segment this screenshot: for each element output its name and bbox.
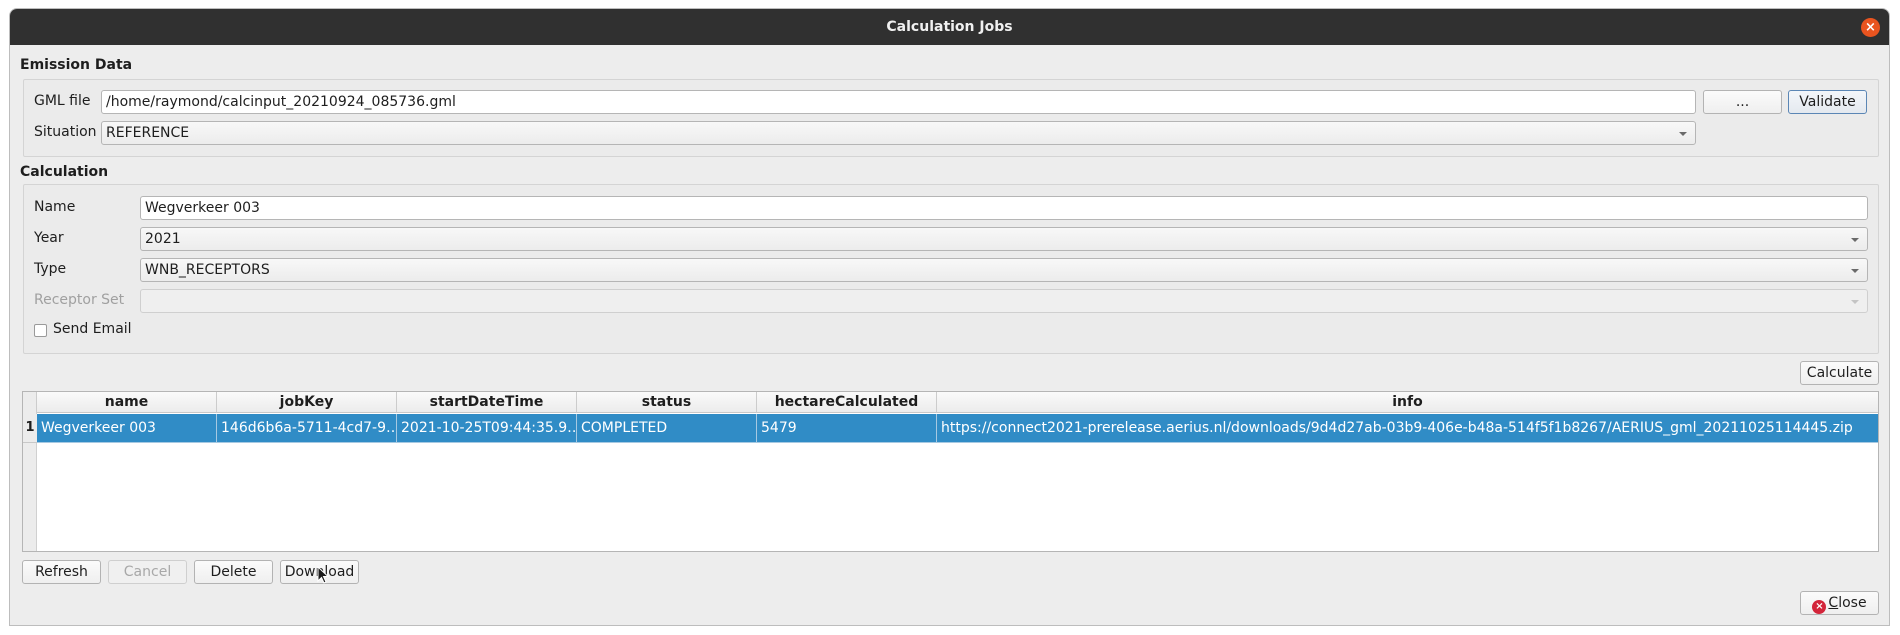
- send-email-checkbox[interactable]: [34, 324, 47, 337]
- emission-data-heading: Emission Data: [20, 57, 133, 73]
- jobs-table[interactable]: name jobKey startDateTime status hectare…: [22, 391, 1879, 552]
- gml-file-label: GML file: [34, 93, 91, 109]
- name-label: Name: [34, 199, 76, 215]
- close-mnemonic: C: [1828, 595, 1839, 611]
- cell-startdatetime[interactable]: 2021-10-25T09:44:35.9…: [397, 414, 577, 443]
- column-header-status[interactable]: status: [577, 392, 757, 413]
- cell-status[interactable]: COMPLETED: [577, 414, 757, 443]
- cell-name[interactable]: Wegverkeer 003: [37, 414, 217, 443]
- chevron-down-icon: [1851, 269, 1859, 273]
- type-value: WNB_RECEPTORS: [145, 262, 270, 278]
- column-header-jobkey[interactable]: jobKey: [217, 392, 397, 413]
- browse-button[interactable]: ...: [1703, 90, 1782, 114]
- window-title: Calculation Jobs: [886, 19, 1013, 35]
- calculation-heading: Calculation: [20, 164, 109, 180]
- close-icon: ×: [1812, 600, 1827, 614]
- column-header-startdatetime[interactable]: startDateTime: [397, 392, 577, 413]
- row-number[interactable]: 1: [23, 414, 37, 443]
- type-select[interactable]: WNB_RECEPTORS: [140, 258, 1868, 282]
- corner-button[interactable]: [23, 392, 37, 413]
- cancel-job-button: Cancel: [108, 560, 187, 584]
- gml-file-input[interactable]: /home/raymond/calcinput_20210924_085736.…: [101, 90, 1696, 114]
- receptor-set-label: Receptor Set: [34, 292, 125, 308]
- year-select[interactable]: 2021: [140, 227, 1868, 251]
- refresh-button[interactable]: Refresh: [22, 560, 101, 584]
- cell-jobkey[interactable]: 146d6b6a-5711-4cd7-9…: [217, 414, 397, 443]
- validate-button[interactable]: Validate: [1788, 90, 1867, 114]
- mouse-cursor-icon: [317, 566, 329, 584]
- table-header: name jobKey startDateTime status hectare…: [23, 392, 1878, 413]
- close-button[interactable]: × Close: [1800, 591, 1879, 615]
- situation-value: REFERENCE: [106, 125, 190, 141]
- situation-select[interactable]: REFERENCE: [101, 121, 1696, 145]
- calculation-jobs-dialog: Calculation Jobs × Emission Data GML fil…: [9, 8, 1890, 626]
- year-value: 2021: [145, 231, 181, 247]
- situation-label: Situation: [34, 124, 97, 140]
- column-header-hectarecalculated[interactable]: hectareCalculated: [757, 392, 937, 413]
- close-label: lose: [1838, 595, 1867, 611]
- year-label: Year: [34, 230, 64, 246]
- window-close-icon[interactable]: ×: [1861, 18, 1880, 37]
- receptor-set-select: [140, 289, 1868, 313]
- chevron-down-icon: [1679, 132, 1687, 136]
- chevron-down-icon: [1851, 300, 1859, 304]
- chevron-down-icon: [1851, 238, 1859, 242]
- title-bar: Calculation Jobs ×: [10, 9, 1889, 45]
- name-input[interactable]: Wegverkeer 003: [140, 196, 1868, 220]
- cell-info[interactable]: https://connect2021-prerelease.aerius.nl…: [937, 414, 1878, 443]
- type-label: Type: [34, 261, 67, 277]
- cell-hectarecalculated[interactable]: 5479: [757, 414, 937, 443]
- calculate-button[interactable]: Calculate: [1800, 361, 1879, 385]
- column-header-name[interactable]: name: [37, 392, 217, 413]
- delete-button[interactable]: Delete: [194, 560, 273, 584]
- column-header-info[interactable]: info: [937, 392, 1878, 413]
- send-email-label[interactable]: Send Email: [53, 318, 132, 341]
